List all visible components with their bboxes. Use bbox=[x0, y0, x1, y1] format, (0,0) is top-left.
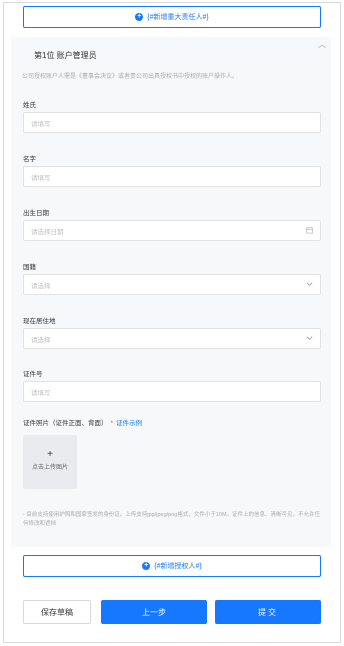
chevron-up-icon[interactable]: ︿ bbox=[318, 39, 326, 50]
previous-step-button[interactable]: 上一步 bbox=[101, 600, 207, 624]
id-example-link[interactable]: 证件示例 bbox=[116, 420, 142, 427]
id-number-placeholder: 请填写 bbox=[31, 389, 51, 397]
card-title: 第1位 账户管理员 bbox=[34, 51, 97, 60]
plus-circle-icon: + bbox=[135, 13, 144, 21]
chevron-down-icon bbox=[306, 335, 313, 342]
first-name-input[interactable]: 请填写 bbox=[23, 166, 321, 187]
residence-placeholder: 请选择 bbox=[31, 336, 51, 344]
last-name-input[interactable]: 请填写 bbox=[23, 112, 321, 133]
residence-select[interactable]: 请选择 bbox=[23, 328, 321, 349]
add-major-responsible-button[interactable]: + {#新增重大责任人#} bbox=[23, 6, 321, 28]
chevron-down-icon bbox=[306, 281, 313, 288]
upload-hint: - 目前支持使用护照和国家签发的身份证。上传支持jpg/jpeg/png格式，文… bbox=[23, 512, 321, 527]
nationality-select[interactable]: 请选择 bbox=[23, 274, 321, 295]
account-admin-card: ︿ 第1位 账户管理员 公司授权账户人需是《董事会决议》或者贵公司出具授权书中授… bbox=[11, 37, 331, 547]
first-name-placeholder: 请填写 bbox=[31, 174, 51, 182]
id-number-label: 证件号 bbox=[23, 371, 43, 378]
residence-label: 现在居住地 bbox=[23, 318, 56, 325]
nationality-placeholder: 请选择 bbox=[31, 282, 51, 290]
birth-date-label: 出生日期 bbox=[23, 210, 49, 217]
id-number-input[interactable]: 请填写 bbox=[23, 381, 321, 402]
calendar-icon bbox=[306, 226, 313, 235]
submit-button[interactable]: 提交 bbox=[215, 600, 321, 624]
id-photo-label-row: 证件照片（证件正面、背面） * 证件示例 bbox=[23, 417, 142, 427]
last-name-placeholder: 请填写 bbox=[31, 120, 51, 128]
plus-icon: + bbox=[47, 449, 53, 460]
save-draft-button[interactable]: 保存草稿 bbox=[23, 600, 91, 624]
plus-circle-icon: + bbox=[142, 562, 151, 570]
form-frame: + {#新增重大责任人#} ︿ 第1位 账户管理员 公司授权账户人需是《董事会决… bbox=[3, 2, 341, 643]
birth-date-placeholder: 请选择日期 bbox=[31, 228, 64, 236]
card-description: 公司授权账户人需是《董事会决议》或者贵公司出具授权书中授权的账户操作人。 bbox=[22, 74, 239, 80]
first-name-label: 名字 bbox=[23, 156, 36, 163]
upload-image-button[interactable]: + 点击上传图片 bbox=[23, 435, 77, 489]
add-authorized-person-button[interactable]: + {#新增授权人#} bbox=[23, 555, 321, 577]
required-mark: * bbox=[110, 420, 114, 427]
add-major-responsible-label: {#新增重大责任人#} bbox=[147, 14, 209, 21]
upload-image-label: 点击上传图片 bbox=[31, 465, 68, 471]
nationality-label: 国籍 bbox=[23, 264, 36, 271]
id-photo-label: 证件照片（证件正面、背面） bbox=[23, 420, 108, 427]
add-authorized-person-label: {#新增授权人#} bbox=[154, 563, 202, 570]
birth-date-picker[interactable]: 请选择日期 bbox=[23, 220, 321, 241]
last-name-label: 姓氏 bbox=[23, 102, 36, 109]
